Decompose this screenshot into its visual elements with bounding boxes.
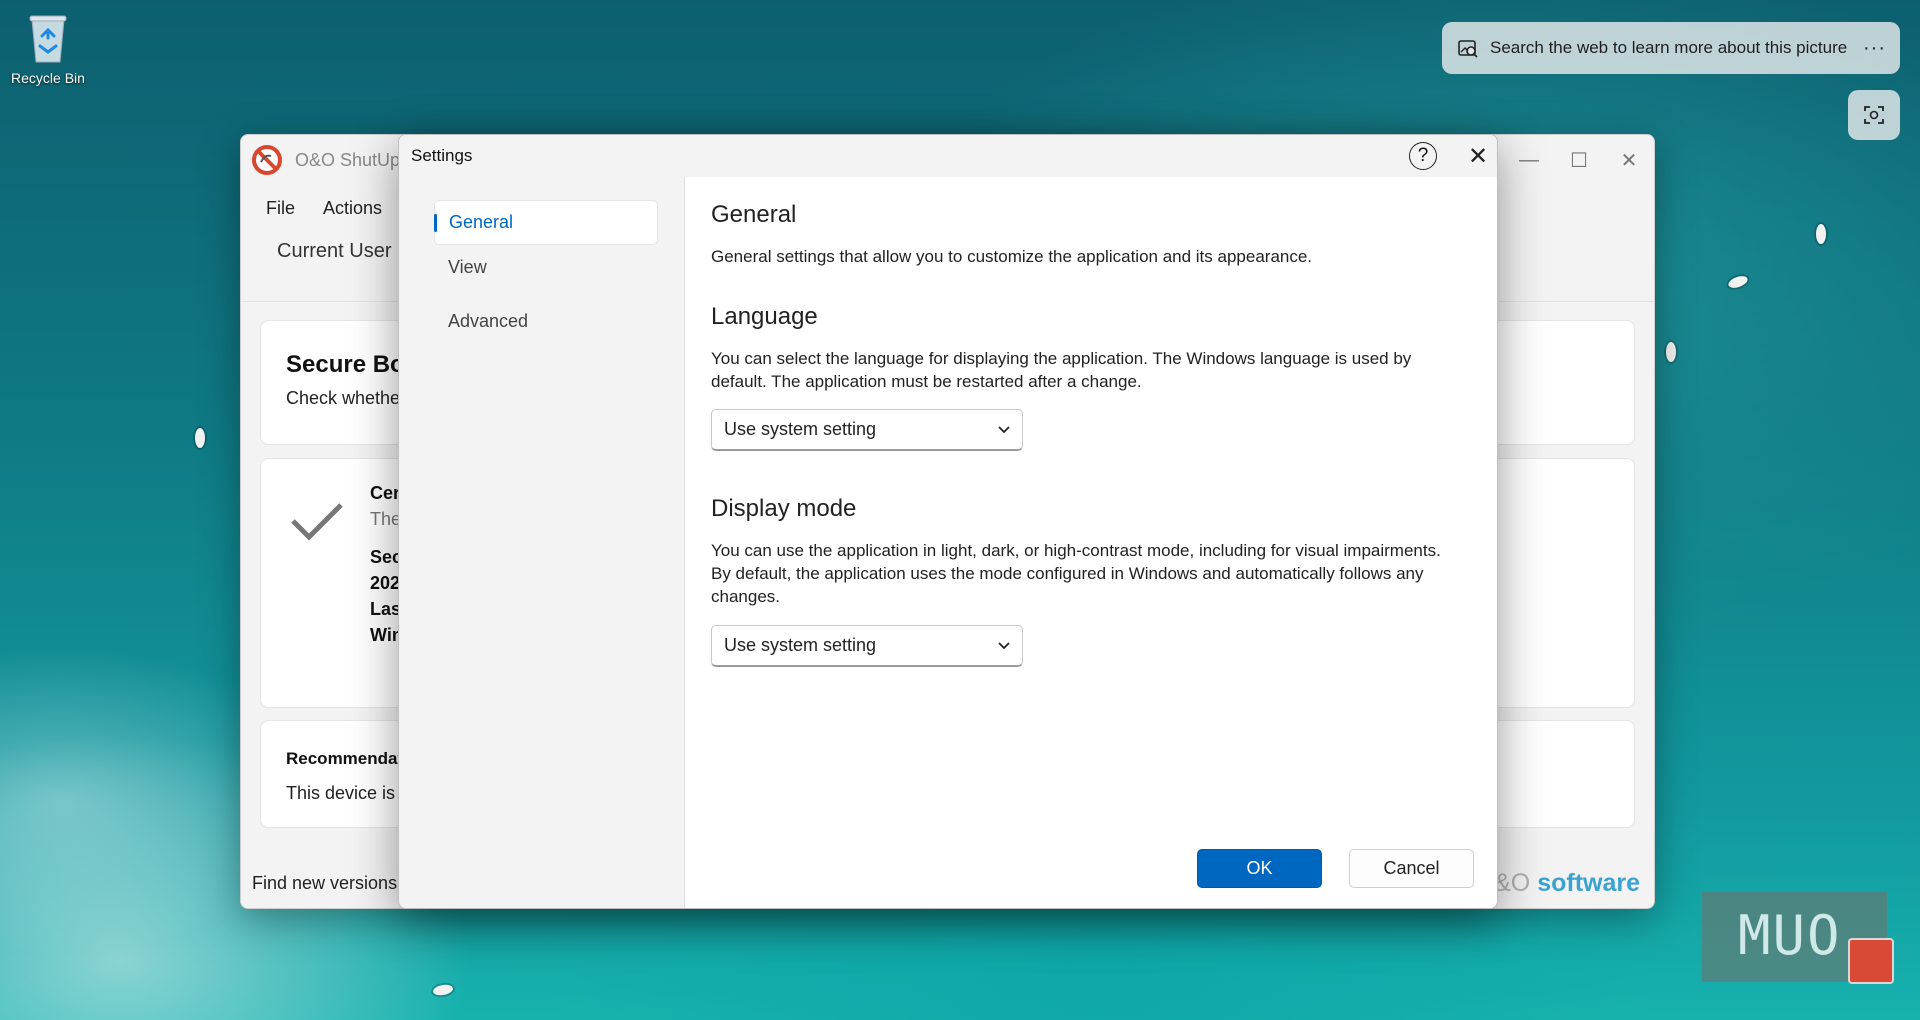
recycle-bin-icon — [26, 12, 70, 64]
app-logo-icon — [252, 145, 282, 175]
surfer-decoration — [1816, 224, 1826, 244]
menu-actions[interactable]: Actions — [323, 198, 382, 219]
language-value: Use system setting — [724, 419, 877, 439]
display-mode-dropdown[interactable]: Use system setting — [711, 625, 1023, 667]
pen-icon — [1848, 938, 1894, 984]
more-options-button[interactable]: ··· — [1863, 37, 1886, 60]
dialog-title: Settings — [411, 146, 473, 165]
find-new-versions-link[interactable]: Find new versions a — [252, 873, 412, 894]
minimize-button[interactable]: — — [1504, 135, 1554, 185]
settings-nav: General View Advanced — [399, 177, 685, 908]
help-button[interactable]: ? — [1409, 142, 1437, 170]
window-controls: — ☐ ✕ — [1504, 135, 1654, 185]
maximize-button[interactable]: ☐ — [1554, 135, 1604, 185]
general-description: General settings that allow you to custo… — [711, 247, 1313, 266]
brand-name: software — [1537, 869, 1640, 897]
detail-value: 202 — [370, 573, 401, 593]
recycle-bin[interactable]: Recycle Bin — [8, 8, 88, 86]
close-button[interactable]: ✕ — [1604, 135, 1654, 185]
settings-dialog: Settings ? ✕ General View Advanced Gener… — [398, 134, 1498, 909]
scan-icon — [1864, 106, 1884, 124]
surfer-decoration — [1726, 273, 1750, 291]
app-title: O&O ShutUp — [295, 149, 401, 170]
dialog-close-button[interactable]: ✕ — [1461, 139, 1495, 173]
visual-search-text: Search the web to learn more about this … — [1490, 38, 1848, 57]
general-heading: General — [711, 201, 797, 228]
card-heading: Cer — [370, 483, 401, 503]
chevron-down-icon — [998, 642, 1010, 650]
language-description: You can select the language for displayi… — [711, 349, 1412, 391]
ok-button[interactable]: OK — [1197, 849, 1322, 888]
visual-search-bar[interactable]: Search the web to learn more about this … — [1442, 22, 1900, 74]
card-title: Secure Bo — [286, 351, 405, 378]
settings-panel: General General settings that allow you … — [685, 177, 1497, 908]
surfer-decoration — [1666, 342, 1676, 362]
language-dropdown[interactable]: Use system setting — [711, 409, 1023, 451]
language-heading: Language — [711, 303, 818, 330]
muo-watermark: MUO — [1738, 904, 1842, 967]
card-description: The — [370, 509, 402, 529]
display-mode-heading: Display mode — [711, 495, 857, 522]
dialog-titlebar: Settings ? ✕ — [399, 135, 1497, 177]
display-mode-value: Use system setting — [724, 635, 877, 655]
card-subtitle: This device is p — [286, 783, 411, 803]
checkmark-icon — [291, 503, 343, 541]
nav-general[interactable]: General — [434, 200, 658, 245]
surfer-decoration — [195, 428, 205, 448]
chevron-down-icon — [998, 426, 1010, 434]
visual-search-button[interactable] — [1848, 90, 1900, 140]
menu-file[interactable]: File — [266, 198, 295, 219]
surfer-decoration — [432, 983, 454, 997]
brand-logo: O&O software — [1475, 869, 1640, 898]
nav-advanced[interactable]: Advanced — [434, 299, 658, 344]
display-mode-description: You can use the application in light, da… — [711, 541, 1441, 606]
nav-view[interactable]: View — [434, 245, 658, 290]
recycle-bin-label: Recycle Bin — [11, 70, 85, 86]
card-subtitle: Check whether — [286, 388, 407, 408]
cancel-button[interactable]: Cancel — [1349, 849, 1474, 888]
card-title: Recommendat — [286, 749, 404, 768]
image-search-icon — [1458, 40, 1478, 58]
